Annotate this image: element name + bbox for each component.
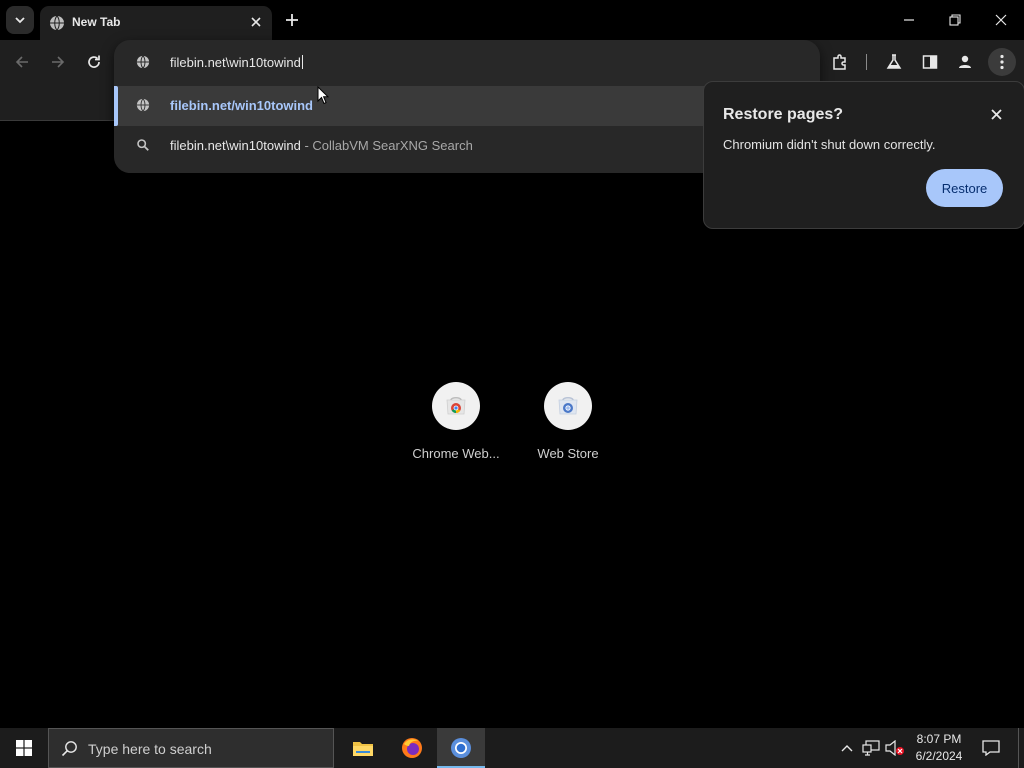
new-tab-button[interactable]	[280, 8, 304, 32]
notification-icon	[982, 740, 1000, 756]
globe-icon	[136, 98, 150, 112]
forward-button[interactable]	[44, 48, 72, 76]
file-explorer-icon	[352, 739, 374, 757]
search-icon	[136, 138, 150, 152]
clock-time: 8:07 PM	[916, 732, 962, 746]
search-icon	[61, 740, 78, 757]
chromium-icon	[450, 737, 472, 759]
omnibox-input-row[interactable]: filebin.net\win10towind	[114, 40, 820, 84]
omnibox-input-text: filebin.net\win10towind	[170, 55, 301, 70]
dialog-title: Restore pages?	[723, 106, 844, 123]
profile-button[interactable]	[951, 48, 979, 76]
title-bar: New Tab	[0, 0, 1024, 40]
taskbar-search-placeholder: Type here to search	[88, 741, 212, 757]
text-caret	[301, 55, 303, 69]
network-icon	[862, 740, 880, 756]
dialog-message: Chromium didn't shut down correctly.	[723, 137, 936, 152]
taskbar-search-box[interactable]: Type here to search	[48, 728, 334, 768]
taskbar-chromium[interactable]	[437, 728, 485, 768]
reload-button[interactable]	[80, 48, 108, 76]
clock-date: 6/2/2024	[915, 749, 963, 763]
minimize-icon	[903, 14, 915, 26]
puzzle-icon	[831, 53, 849, 71]
minimize-button[interactable]	[886, 0, 932, 40]
show-hidden-icons-button[interactable]	[837, 738, 857, 758]
tab-title: New Tab	[72, 15, 121, 29]
taskbar-file-explorer[interactable]	[339, 728, 387, 768]
close-tab-icon[interactable]	[248, 14, 264, 30]
globe-icon	[49, 15, 65, 31]
arrow-right-icon	[50, 54, 66, 70]
volume-muted-icon	[885, 740, 905, 756]
labs-button[interactable]	[880, 48, 908, 76]
shortcut-web-store[interactable]: Web Store	[520, 380, 616, 470]
close-icon	[990, 108, 1002, 120]
back-button[interactable]	[8, 48, 36, 76]
suggestion-search-text: filebin.net\win10towind - CollabVM SearX…	[170, 138, 473, 153]
chevron-up-icon	[841, 744, 853, 752]
taskbar-firefox[interactable]	[388, 728, 436, 768]
plus-icon	[285, 13, 299, 27]
menu-button[interactable]	[988, 48, 1016, 76]
close-icon	[995, 14, 1007, 26]
shortcut-label: Chrome Web...	[412, 446, 500, 461]
windows-logo-icon	[16, 740, 32, 756]
restore-window-icon	[949, 14, 961, 26]
selection-indicator	[114, 86, 118, 126]
tab-new-tab[interactable]: New Tab	[40, 6, 272, 40]
restore-pages-dialog: Restore pages? Chromium didn't shut down…	[703, 81, 1024, 229]
kebab-menu-icon	[1000, 54, 1004, 70]
close-window-button[interactable]	[978, 0, 1024, 40]
suggestion-url-text: filebin.net/win10towind	[170, 98, 313, 113]
suggestion-separator: -	[304, 138, 309, 153]
firefox-icon	[401, 737, 423, 759]
suggestion-engine: CollabVM SearXNG Search	[312, 138, 473, 153]
side-panel-button[interactable]	[916, 48, 944, 76]
start-button[interactable]	[0, 728, 48, 768]
shortcut-chrome-web-store[interactable]: Chrome Web...	[408, 380, 504, 470]
restore-window-button[interactable]	[932, 0, 978, 40]
chevron-down-icon	[14, 14, 26, 26]
web-store-icon	[544, 382, 592, 430]
volume-button[interactable]	[885, 738, 905, 758]
omnibox-input[interactable]: filebin.net\win10towind	[170, 55, 303, 70]
tab-search-button[interactable]	[6, 6, 34, 34]
dialog-close-button[interactable]	[986, 104, 1006, 124]
side-panel-icon	[922, 54, 938, 70]
arrow-left-icon	[14, 54, 30, 70]
taskbar-clock[interactable]: 8:07 PM 6/2/2024	[906, 731, 972, 765]
toolbar-separator	[866, 54, 867, 70]
show-desktop-button[interactable]	[1018, 728, 1024, 768]
action-center-button[interactable]	[980, 738, 1002, 758]
shortcut-label: Web Store	[537, 446, 599, 461]
flask-icon	[886, 54, 902, 70]
mouse-cursor-icon	[317, 86, 329, 105]
reload-icon	[86, 54, 102, 70]
extensions-button[interactable]	[826, 48, 854, 76]
chrome-web-store-icon	[432, 382, 480, 430]
taskbar: Type here to search 8:07 PM 6/2/2024	[0, 728, 1024, 768]
network-button[interactable]	[861, 738, 881, 758]
person-icon	[957, 54, 973, 70]
globe-icon	[136, 55, 150, 69]
suggestion-query: filebin.net\win10towind	[170, 138, 301, 153]
restore-button[interactable]: Restore	[926, 169, 1003, 207]
